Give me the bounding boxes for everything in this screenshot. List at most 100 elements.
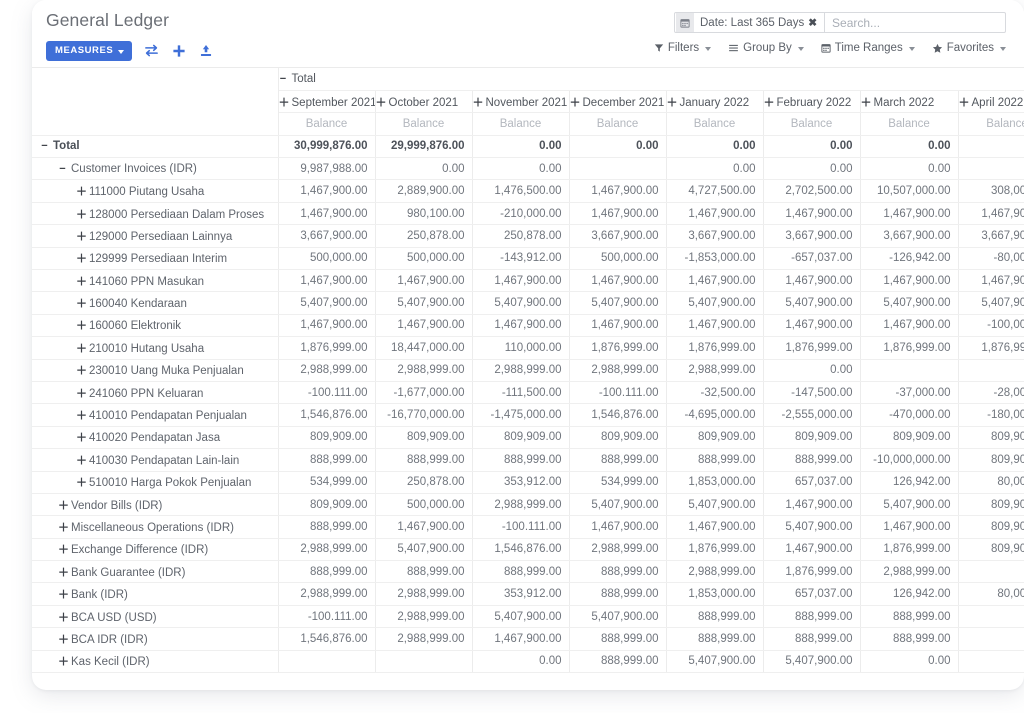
expand-toggle-icon[interactable]: ＋ xyxy=(76,362,87,378)
table-row[interactable]: ＋ 141060 PPN Masukan 1,467,900.00 1,467,900… xyxy=(32,269,1024,293)
value-cell[interactable]: 5,407,900.00 xyxy=(666,493,764,517)
value-cell[interactable]: 80,000.00 xyxy=(958,471,1024,494)
column-header-month[interactable]: ＋ December 2021 xyxy=(569,90,667,114)
value-cell[interactable]: 2,988,999.00 xyxy=(569,359,667,382)
value-cell[interactable]: 80,000.00 xyxy=(958,582,1024,606)
value-cell[interactable]: 2,988,999.00 xyxy=(569,538,667,562)
value-cell[interactable]: 1,467,900.00 xyxy=(860,314,959,338)
value-cell[interactable]: 1,467,900.00 xyxy=(860,202,959,226)
value-cell[interactable]: 5,407,900.00 xyxy=(569,605,667,629)
value-cell[interactable]: 1,467,900.00 xyxy=(278,179,376,203)
value-cell[interactable]: 809,909.00 xyxy=(666,426,764,450)
value-cell[interactable]: -470,000.00 xyxy=(860,403,959,427)
value-cell[interactable]: -126,942.00 xyxy=(860,247,959,271)
value-cell[interactable]: 5,407,900.00 xyxy=(278,291,376,315)
search-input[interactable] xyxy=(825,14,1005,31)
value-cell[interactable]: 1,467,900.00 xyxy=(860,269,959,293)
row-header-cell[interactable]: ＋ BCA IDR (IDR) xyxy=(32,627,279,651)
value-cell[interactable]: 5,407,900.00 xyxy=(958,291,1024,315)
value-cell[interactable]: 809,909.00 xyxy=(958,538,1024,562)
value-cell[interactable]: -100,000.00 xyxy=(958,314,1024,338)
value-cell[interactable]: 353,912.00 xyxy=(472,471,570,494)
value-cell[interactable]: -111,500.00 xyxy=(472,381,570,405)
value-cell[interactable]: 500,000.00 xyxy=(375,247,473,271)
table-row[interactable]: ＋ 160060 Elektronik 1,467,900.00 1,467,900.… xyxy=(32,314,1024,338)
table-row[interactable]: ＋ 111000 Piutang Usaha 1,467,900.00 2,889,9… xyxy=(32,179,1024,203)
value-cell[interactable] xyxy=(278,650,376,674)
value-cell[interactable]: 0.00 xyxy=(958,157,1024,181)
column-header-month[interactable]: ＋ October 2021 xyxy=(375,90,473,114)
column-header-month[interactable]: ＋ January 2022 xyxy=(666,90,764,114)
row-header-cell[interactable]: ＋ 160040 Kendaraan xyxy=(32,291,279,315)
value-cell[interactable]: 0.00 xyxy=(860,650,959,674)
value-cell[interactable]: -1,475,000.00 xyxy=(472,403,570,427)
expand-toggle-icon[interactable]: ＋ xyxy=(76,273,87,289)
value-cell[interactable]: -80,000.00 xyxy=(958,247,1024,271)
expand-toggle-icon[interactable]: ＋ xyxy=(58,519,69,535)
expand-toggle-icon[interactable]: ＋ xyxy=(861,94,872,110)
value-cell[interactable]: 250,878.00 xyxy=(375,224,473,248)
value-cell[interactable]: 1,876,999.00 xyxy=(763,336,861,360)
value-cell[interactable]: 1,467,900.00 xyxy=(666,314,764,338)
value-cell[interactable]: 1,876,999.00 xyxy=(569,336,667,360)
value-cell[interactable]: 534,999.00 xyxy=(278,471,376,494)
total-group-header[interactable]: − Total xyxy=(278,68,1024,91)
value-cell[interactable]: 888,999.00 xyxy=(860,605,959,629)
value-cell[interactable]: 888,999.00 xyxy=(763,448,861,472)
value-cell[interactable]: 353,912.00 xyxy=(472,582,570,606)
value-cell[interactable]: 1,467,900.00 xyxy=(763,314,861,338)
table-row[interactable]: ＋ 241060 PPN Keluaran -100.111.00 -1,677,00… xyxy=(32,381,1024,405)
value-cell[interactable] xyxy=(860,359,959,382)
value-cell[interactable]: 1,467,900.00 xyxy=(375,314,473,338)
value-cell[interactable]: 888,999.00 xyxy=(569,560,667,584)
table-row[interactable]: ＋ 129000 Persediaan Lainnya 3,667,900.00 25… xyxy=(32,224,1024,248)
expand-toggle-icon[interactable]: ＋ xyxy=(76,295,87,311)
value-cell[interactable]: -147,500.00 xyxy=(763,381,861,405)
value-cell[interactable]: 0.00 xyxy=(569,135,667,159)
value-cell[interactable]: 3,667,900.00 xyxy=(958,224,1024,248)
expand-toggle-icon[interactable]: ＋ xyxy=(58,586,69,602)
value-cell[interactable]: 888,999.00 xyxy=(569,582,667,606)
value-cell[interactable]: 1,476,500.00 xyxy=(472,179,570,203)
value-cell[interactable]: 0.00 xyxy=(472,135,570,159)
row-header-cell[interactable]: ＋ Exchange Difference (IDR) xyxy=(32,538,279,562)
value-cell[interactable]: 0.00 xyxy=(763,135,861,159)
expand-toggle-icon[interactable]: ＋ xyxy=(764,94,775,110)
expand-toggle-icon[interactable]: ＋ xyxy=(76,452,87,468)
value-cell[interactable] xyxy=(958,650,1024,674)
value-cell[interactable]: 1,467,900.00 xyxy=(472,627,570,651)
row-header-cell[interactable]: ＋ 128000 Persediaan Dalam Proses xyxy=(32,202,279,226)
value-cell[interactable]: 126,942.00 xyxy=(860,582,959,606)
value-cell[interactable]: 888,999.00 xyxy=(278,560,376,584)
value-cell[interactable]: 1,467,900.00 xyxy=(278,314,376,338)
value-cell[interactable]: 5,407,900.00 xyxy=(763,650,861,674)
value-cell[interactable]: 3,667,900.00 xyxy=(569,224,667,248)
value-cell[interactable]: 5,407,900.00 xyxy=(666,291,764,315)
value-cell[interactable]: -657,037.00 xyxy=(763,247,861,271)
table-row[interactable]: − Total 30,999,876.00 29,999,876.00 0.00 0.00… xyxy=(32,135,1024,159)
collapse-toggle-icon[interactable]: − xyxy=(58,163,67,175)
value-cell[interactable]: 5,407,900.00 xyxy=(860,291,959,315)
value-cell[interactable]: 5,407,900.00 xyxy=(763,515,861,539)
value-cell[interactable]: 1,467,900.00 xyxy=(666,202,764,226)
value-cell[interactable]: 1,876,999.00 xyxy=(860,538,959,562)
row-header-cell[interactable]: ＋ Bank Guarantee (IDR) xyxy=(32,560,279,584)
collapse-toggle-icon[interactable]: − xyxy=(279,73,288,85)
value-cell[interactable]: 5,407,900.00 xyxy=(860,493,959,517)
value-cell[interactable]: 1,853,000.00 xyxy=(666,582,764,606)
table-row[interactable]: ＋ Bank (IDR) 2,988,999.00 2,988,999.00 353,9… xyxy=(32,582,1024,606)
value-cell[interactable]: 888,999.00 xyxy=(860,627,959,651)
expand-toggle-icon[interactable]: ＋ xyxy=(58,631,69,647)
row-header-cell[interactable]: ＋ Kas Kecil (IDR) xyxy=(32,650,279,674)
value-cell[interactable]: 888,999.00 xyxy=(569,650,667,674)
table-row[interactable]: ＋ Exchange Difference (IDR) 2,988,999.00 5,… xyxy=(32,538,1024,562)
value-cell[interactable]: 5,407,900.00 xyxy=(375,291,473,315)
value-cell[interactable]: 1,546,876.00 xyxy=(278,627,376,651)
value-cell[interactable]: 1,546,876.00 xyxy=(278,403,376,427)
value-cell[interactable]: 1,467,900.00 xyxy=(763,202,861,226)
value-cell[interactable]: 888,999.00 xyxy=(472,560,570,584)
value-cell[interactable]: 888,999.00 xyxy=(278,515,376,539)
value-cell[interactable]: -210,000.00 xyxy=(472,202,570,226)
value-cell[interactable]: 809,909.00 xyxy=(375,426,473,450)
expand-toggle-icon[interactable]: ＋ xyxy=(58,653,69,669)
